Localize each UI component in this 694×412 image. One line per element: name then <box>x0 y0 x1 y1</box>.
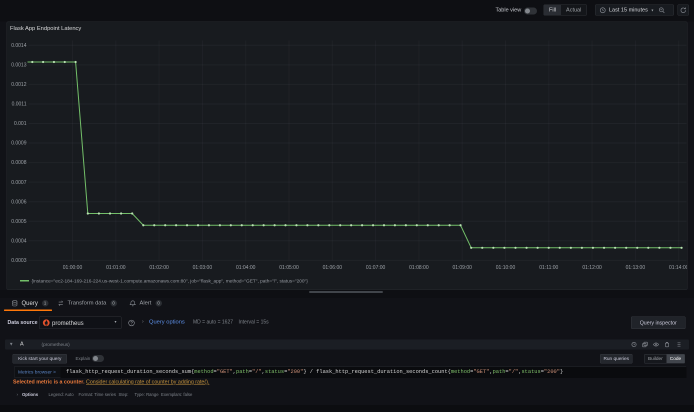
svg-text:0.001: 0.001 <box>14 121 27 127</box>
svg-text:01:00:00: 01:00:00 <box>63 265 83 271</box>
svg-text:0.0009: 0.0009 <box>11 141 27 147</box>
svg-text:0.0005: 0.0005 <box>11 219 27 225</box>
svg-text:0.0013: 0.0013 <box>11 62 27 68</box>
svg-text:01:07:00: 01:07:00 <box>366 265 386 271</box>
svg-text:01:06:00: 01:06:00 <box>323 265 343 271</box>
svg-text:0.0012: 0.0012 <box>11 82 27 88</box>
svg-text:01:04:00: 01:04:00 <box>236 265 256 271</box>
svg-text:01:05:00: 01:05:00 <box>279 265 299 271</box>
svg-text:01:02:00: 01:02:00 <box>149 265 169 271</box>
svg-text:0.0007: 0.0007 <box>11 180 27 186</box>
svg-text:0.0011: 0.0011 <box>12 102 27 108</box>
svg-text:01:01:00: 01:01:00 <box>106 265 126 271</box>
svg-text:01:08:00: 01:08:00 <box>409 265 429 271</box>
svg-text:01:14:00: 01:14:00 <box>669 265 687 271</box>
svg-text:01:10:00: 01:10:00 <box>496 265 516 271</box>
svg-text:01:03:00: 01:03:00 <box>193 265 213 271</box>
svg-text:01:11:00: 01:11:00 <box>539 265 558 271</box>
svg-text:0.0014: 0.0014 <box>11 43 27 49</box>
svg-text:0.0003: 0.0003 <box>11 258 27 264</box>
svg-text:0.0004: 0.0004 <box>11 238 27 244</box>
svg-text:0.0006: 0.0006 <box>11 199 27 205</box>
svg-text:01:12:00: 01:12:00 <box>582 265 602 271</box>
svg-text:01:09:00: 01:09:00 <box>452 265 472 271</box>
svg-text:01:13:00: 01:13:00 <box>626 265 646 271</box>
svg-text:0.0008: 0.0008 <box>11 160 27 166</box>
